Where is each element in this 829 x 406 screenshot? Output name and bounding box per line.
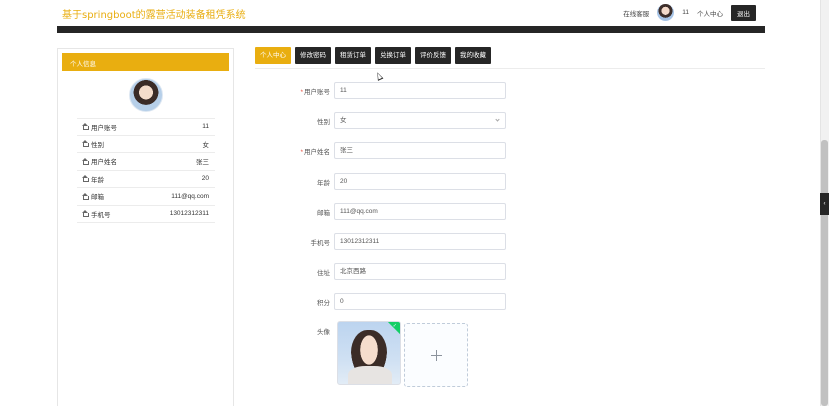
profile-row-account: 用户账号 11 (77, 118, 215, 136)
form-row-gender: 性别 女 (255, 112, 506, 129)
profile-row-label: 邮箱 (91, 194, 104, 202)
form-row-address: 住址 北京西路 (255, 263, 506, 280)
points-field[interactable]: 0 (334, 293, 506, 310)
check-icon: ✓ (392, 323, 397, 329)
scrollbar-thumb[interactable] (821, 140, 828, 406)
profile-row-gender: 性别 女 (77, 136, 215, 153)
profile-row-email: 邮箱 111@qq.com (77, 188, 215, 206)
form-label: *用户姓名 (300, 148, 330, 156)
chevron-left-icon: ‹ (823, 201, 826, 207)
logout-button[interactable]: 退出 (731, 4, 756, 21)
form-row-account: *用户账号 11 (255, 82, 506, 99)
uploaded-avatar-image[interactable]: ✓ (337, 321, 401, 385)
phone-field[interactable]: 13012312311 (334, 233, 506, 250)
tab-rental-orders[interactable]: 租赁订单 (335, 47, 371, 64)
home-icon (81, 157, 89, 165)
plus-icon-vertical (436, 350, 437, 361)
gender-select[interactable]: 女 (334, 112, 506, 129)
avatar-photo-body (348, 366, 392, 384)
form-label: 头像 (317, 329, 330, 336)
profile-card-title: 个人信息 (62, 53, 229, 71)
form-row-email: 邮箱 111@qq.com (255, 203, 506, 220)
form-row-avatar: 头像 (255, 326, 334, 336)
profile-card: 个人信息 用户账号 11 性别 女 用户姓名 张三 年龄 20 邮箱 111@q… (57, 48, 234, 406)
username: 11 (682, 9, 689, 16)
profile-row-value: 女 (202, 141, 210, 149)
profile-row-age: 年龄 20 (77, 171, 215, 188)
top-right-nav: 在线客服 11 个人中心 退出 (623, 4, 756, 21)
form-row-age: 年龄 20 (255, 173, 506, 190)
profile-row-value: 20 (201, 175, 209, 183)
chevron-down-icon (495, 117, 500, 122)
personal-center-link[interactable]: 个人中心 (697, 8, 723, 18)
center-tabs: 个人中心 修改密码 租赁订单 兑换订单 评价反馈 我的收藏 (255, 47, 491, 64)
profile-info-list: 用户账号 11 性别 女 用户姓名 张三 年龄 20 邮箱 111@qq.com… (77, 118, 215, 223)
home-icon (81, 140, 89, 148)
tab-exchange-orders[interactable]: 兑换订单 (375, 47, 411, 64)
profile-row-value: 11 (202, 123, 209, 131)
online-service-link[interactable]: 在线客服 (623, 8, 649, 18)
home-icon (81, 175, 89, 183)
form-label: *用户账号 (300, 88, 330, 96)
form-row-phone: 手机号 13012312311 (255, 233, 506, 250)
age-field[interactable]: 20 (334, 173, 506, 190)
tab-favorites[interactable]: 我的收藏 (455, 47, 491, 64)
nav-band (57, 26, 765, 33)
nav-band-text (398, 19, 428, 27)
profile-row-value: 13012312311 (169, 210, 209, 218)
profile-row-phone: 手机号 13012312311 (77, 206, 215, 223)
home-icon (81, 192, 89, 200)
form-row-points: 积分 0 (255, 293, 506, 310)
form-row-name: *用户姓名 张三 (255, 142, 506, 159)
profile-row-label: 用户账号 (91, 124, 117, 132)
gender-select-value: 女 (340, 117, 347, 124)
form-label: 住址 (317, 269, 330, 277)
tab-feedback[interactable]: 评价反馈 (415, 47, 451, 64)
tabs-divider (255, 68, 765, 69)
home-icon (81, 123, 89, 131)
site-title[interactable]: 基于springboot的露营活动装备租凭系统 (62, 6, 246, 21)
avatar-upload-button[interactable] (404, 323, 468, 387)
tab-change-password[interactable]: 修改密码 (295, 47, 331, 64)
profile-row-label: 手机号 (91, 211, 111, 219)
profile-row-label: 年龄 (91, 176, 104, 184)
form-label: 邮箱 (317, 209, 330, 217)
name-field[interactable]: 张三 (334, 142, 506, 159)
profile-row-value: 111@qq.com (171, 192, 209, 200)
profile-row-value: 张三 (196, 159, 209, 167)
form-label: 年龄 (317, 179, 330, 187)
mouse-cursor-icon (374, 71, 384, 81)
profile-row-label: 用户姓名 (91, 159, 117, 167)
side-collapse-tab[interactable]: ‹ (820, 193, 829, 215)
form-label: 手机号 (310, 239, 331, 247)
email-field[interactable]: 111@qq.com (334, 203, 506, 220)
address-field[interactable]: 北京西路 (334, 263, 506, 280)
form-label: 性别 (317, 118, 330, 126)
profile-row-label: 性别 (91, 141, 104, 149)
profile-avatar (128, 78, 163, 112)
form-label: 积分 (317, 299, 330, 307)
profile-row-name: 用户姓名 张三 (77, 153, 215, 171)
home-icon (81, 210, 89, 218)
user-avatar[interactable] (657, 4, 675, 21)
tab-personal-center[interactable]: 个人中心 (255, 47, 291, 64)
account-field[interactable]: 11 (334, 82, 506, 99)
